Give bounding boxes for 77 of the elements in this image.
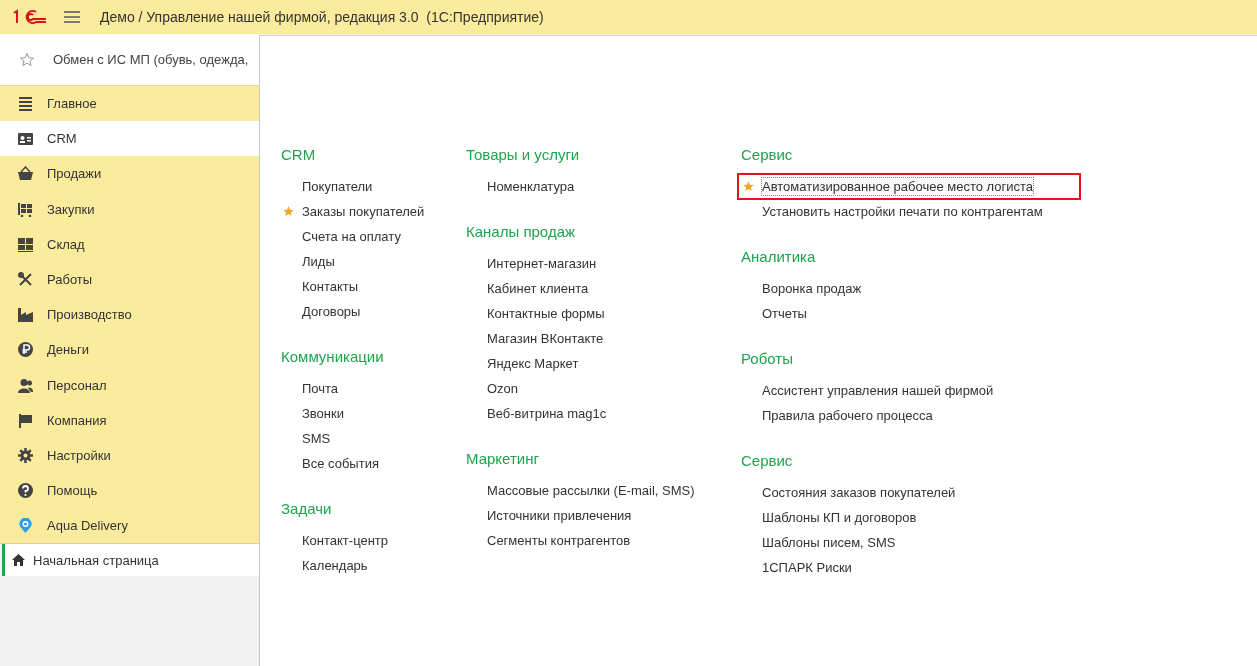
section-heading: Задачи [281,499,333,519]
sidebar-item[interactable]: Склад [0,226,259,262]
menu-link[interactable]: Интернет-магазин [486,254,598,273]
logo-icon [12,9,48,25]
menu-link[interactable]: 1СПАРК Риски [761,558,853,577]
menu-link[interactable]: Состояния заказов покупателей [761,483,957,502]
ruble-coin-icon [18,342,33,358]
star-outline-icon[interactable] [19,51,35,68]
menu-link[interactable]: Контактные формы [486,304,606,323]
menu-link[interactable]: Номенклатура [486,177,576,196]
question-icon [18,483,33,499]
menu-link[interactable]: Веб-витрина mag1c [486,404,608,423]
home-icon [12,554,25,567]
menu-link[interactable]: Контакт-центр [301,531,390,550]
star-icon[interactable] [743,181,754,192]
menu-link[interactable]: Автоматизированное рабочее место логиста [761,177,1035,196]
sidebar-item[interactable]: Продажи [0,156,259,192]
sidebar-item[interactable]: Главное [0,86,259,122]
menu-link[interactable]: Массовые рассылки (E-mail, SMS) [486,481,696,500]
section-heading: Сервис [741,451,794,471]
cart-icon [18,201,33,217]
basket-icon [18,166,33,182]
section-heading: Сервис [741,145,794,165]
menu-link[interactable]: Яндекс Маркет [486,354,580,373]
menu-link[interactable]: Ассистент управления нашей фирмой [761,381,995,400]
tools-icon [18,272,33,288]
menu-link[interactable]: Установить настройки печати по контрагентам [761,202,1044,221]
menu-link[interactable]: Покупатели [301,177,374,196]
sidebar-item[interactable]: Деньги [0,332,259,368]
menu-link[interactable]: Календарь [301,556,369,575]
section-heading: Каналы продаж [466,222,576,242]
sidebar-item[interactable]: CRM [0,121,259,157]
flag-icon [18,412,33,428]
menu-link[interactable]: Заказы покупателей [301,202,426,221]
section-heading: Роботы [741,349,794,369]
section-heading: Коммуникации [281,347,385,367]
menu-link[interactable]: Источники привлечения [486,506,633,525]
sidebar-item[interactable]: Настройки [0,437,259,474]
section-heading: Аналитика [741,247,817,267]
menu-link[interactable]: Отчеты [761,304,808,323]
lines-icon [18,96,33,112]
menu-link[interactable]: Контакты [301,277,360,296]
menu-link[interactable]: Кабинет клиента [486,279,590,298]
grid-icon [18,236,33,252]
location-pin-icon [18,518,33,534]
menu-link[interactable]: Правила рабочего процесса [761,406,934,425]
sidebar-item[interactable]: Помощь [0,473,259,509]
sidebar-item[interactable]: Работы [0,261,259,298]
menu-link[interactable]: Все события [301,454,380,473]
home-page-tab[interactable]: Начальная страница [2,544,259,577]
section-heading: CRM [281,145,317,165]
section-heading: Товары и услуги [466,145,581,165]
menu-link[interactable]: SMS [301,429,332,448]
sidebar-item[interactable]: Компания [0,402,259,438]
menu-link[interactable]: Почта [301,379,340,398]
menu-link[interactable]: Договоры [301,302,362,321]
menu-link[interactable]: Счета на оплату [301,227,402,246]
section-heading: Маркетинг [466,449,540,469]
menu-link[interactable]: Воронка продаж [761,279,863,298]
factory-icon [18,307,33,323]
menu-link[interactable]: Сегменты контрагентов [486,531,632,550]
menu-link[interactable]: Ozon [486,379,520,398]
sidebar-item[interactable]: Закупки [0,191,259,227]
menu-link[interactable]: Магазин ВКонтакте [486,329,605,348]
menu-button[interactable] [64,10,80,24]
people-icon [18,377,33,393]
window-title: Демо / Управление нашей фирмой, редакция 3.0 (1С:Предприятие) [100,9,544,25]
sidebar-item[interactable]: Aqua Delivery [0,508,259,544]
menu-link[interactable]: Шаблоны КП и договоров [761,508,918,527]
sidebar-item[interactable]: Производство [0,297,259,333]
gear-icon [18,447,33,463]
contact-card-icon [18,131,33,147]
star-icon[interactable] [283,206,294,217]
menu-link[interactable]: Звонки [301,404,345,423]
menu-link[interactable]: Шаблоны писем, SMS [761,533,897,552]
sidebar-item[interactable]: Персонал [0,367,259,403]
menu-link[interactable]: Лиды [301,252,336,271]
